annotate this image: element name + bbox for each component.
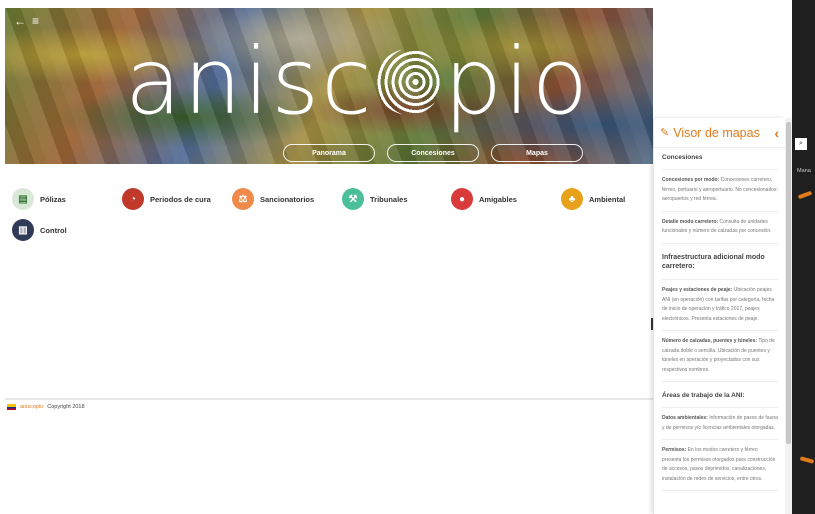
category-label: Control	[40, 225, 67, 235]
category-control[interactable]: ▥ Control	[12, 219, 67, 241]
chevron-left-icon[interactable]: ‹	[774, 125, 779, 141]
list-item: Permisos: En los modos carretero y férre…	[662, 446, 778, 492]
policy-icon: ▤	[12, 188, 34, 210]
aniscopio-logo: anisc pio	[125, 36, 590, 128]
scrollbar-thumb[interactable]	[786, 122, 791, 444]
right-dark-panel	[792, 0, 815, 514]
section-title: Concesiones	[662, 150, 778, 171]
list-item: Detalle modo carretero: Consulta de unid…	[662, 218, 778, 244]
logo-text-c: pio	[443, 28, 591, 135]
flag-icon	[7, 404, 16, 410]
item-title: Número de calzadas, puentes y túneles:	[662, 338, 758, 345]
search-icon[interactable]: ⌕	[795, 138, 807, 150]
list-item: Datos ambientales: Información de pasos …	[662, 414, 778, 441]
item-title: Concesiones por modo:	[662, 177, 720, 184]
footer-divider	[5, 398, 653, 400]
footer: aniscopio Copyright 2018	[7, 404, 85, 410]
pill-concesiones[interactable]: Concesiones	[387, 144, 479, 162]
hero-nav: Panorama Concesiones Mapas	[283, 144, 583, 162]
item-title: Permisos:	[662, 447, 687, 454]
category-label: Amigables	[479, 194, 517, 204]
list-item: Concesiones por modo: Concesiones carret…	[662, 176, 778, 212]
panel-title: Visor de mapas	[673, 125, 760, 140]
side-label: Mana	[797, 168, 811, 174]
back-arrow-icon[interactable]: ←	[14, 14, 26, 28]
section-title: Áreas de trabajo de la ANI:	[662, 388, 778, 409]
panel-body: Concesiones Concesiones por modo: Conces…	[654, 148, 785, 492]
control-icon: ▥	[12, 219, 34, 241]
item-title: Detalle modo carretero:	[662, 218, 719, 225]
panel-header: ✎ Visor de mapas ‹	[654, 118, 785, 148]
category-polizas[interactable]: ▤ Pólizas	[12, 188, 66, 210]
pill-panorama[interactable]: Panorama	[283, 144, 375, 162]
pill-mapas[interactable]: Mapas	[491, 144, 583, 162]
list-item: Número de calzadas, puentes y túneles: T…	[662, 337, 778, 383]
item-title: Datos ambientales:	[662, 415, 708, 422]
map-viewer-panel: ✎ Visor de mapas ‹ Concesiones Concesion…	[653, 118, 785, 514]
category-label: Periodos de cura	[150, 194, 211, 204]
category-tribunales[interactable]: ⚒ Tribunales	[342, 188, 408, 210]
list-item: Peajes y estaciones de peaje: Ubicación …	[662, 286, 778, 332]
tree-icon: ♣	[561, 188, 583, 210]
item-title: Peajes y estaciones de peaje:	[662, 287, 733, 294]
category-ambiental[interactable]: ♣ Ambiental	[561, 188, 625, 210]
footer-brand: aniscopio	[20, 404, 44, 410]
category-label: Pólizas	[40, 194, 66, 204]
category-sancionatorios[interactable]: ⚖ Sancionatorios	[232, 188, 314, 210]
hamburger-menu-icon[interactable]: ≡	[32, 14, 39, 28]
handshake-icon: ●	[451, 188, 473, 210]
logo-text-b: sc	[271, 28, 374, 135]
category-label: Ambiental	[589, 194, 626, 204]
logo-text-a: ani	[125, 28, 272, 135]
gavel-icon: ⚒	[342, 188, 364, 210]
hero-banner: ← ≡ anisc pio Panorama Concesiones Mapas	[5, 8, 653, 164]
hero-controls: ← ≡	[14, 14, 39, 28]
category-periodos-de-cura[interactable]: ◔ Periodos de cura	[122, 188, 211, 210]
clock-icon: ◔	[122, 188, 144, 210]
panel-scrollbar[interactable]	[785, 118, 792, 514]
scales-icon: ⚖	[232, 188, 254, 210]
footer-copyright: Copyright 2018	[47, 404, 85, 410]
category-label: Sancionatorios	[260, 194, 315, 204]
logo-ring-icon	[375, 49, 442, 115]
category-label: Tribunales	[370, 194, 408, 204]
pin-icon: ✎	[660, 127, 670, 139]
category-amigables[interactable]: ● Amigables	[451, 188, 517, 210]
section-title: Infraestructura adicional modo carretero…	[662, 250, 778, 281]
